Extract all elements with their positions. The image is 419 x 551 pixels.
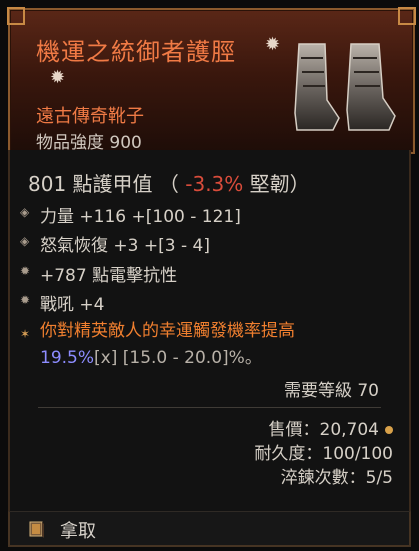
item-tooltip: 機運之統御者護脛 ✹ ✹ 遠古傳奇靴子 物品強度 900 801 點護甲值 （ … [0,0,419,551]
affix-text: 力量 +116 +[100 - 121] [40,207,241,227]
flower-icon: ✹ [265,34,281,55]
diamond-icon: ◈ [20,234,30,248]
corner-decoration [7,7,25,25]
affix-text: 戰吼 +4 [40,295,105,315]
affix-line: ◈ 怒氣恢復 +3 +[3 - 4] [20,231,210,256]
durability: 耐久度：100/100 [254,444,393,464]
armor-change: -3.3% [185,172,244,196]
armor-line: 801 點護甲值 （ -3.3% 堅韌） [28,168,310,197]
armor-close: 堅韌） [249,172,310,196]
affix-text: 怒氣恢復 +3 +[3 - 4] [40,236,210,256]
item-type: 遠古傳奇靴子 [36,106,144,127]
footer-bar: 拿取 [8,511,411,547]
legendary-marker: [x] [94,348,118,368]
tempering: 淬鍊次數：5/5 [280,468,393,488]
armor-open: （ [158,172,179,196]
legendary-range: [15.0 - 20.0]%。 [122,348,262,368]
sell-value: 售價：20,704 [268,420,379,440]
item-title: 機運之統御者護脛 [36,38,236,66]
item-meta: 售價：20,704 耐久度：100/100 淬鍊次數：5/5 [254,418,393,490]
affix-line: ◈ 力量 +116 +[100 - 121] [20,202,241,227]
flower-icon: ✹ [50,67,66,88]
legendary-line: ✶ 你對精英敵人的幸運觸發機率提高 19.5%[x] [15.0 - 20.0]… [20,318,390,372]
boots-icon [294,43,396,131]
affix-line: ✹ 戰吼 +4 [20,290,105,315]
flower-icon: ✹ [20,264,31,278]
affix-text: +787 點電擊抗性 [40,266,178,286]
divider [38,407,381,408]
book-icon [29,521,44,538]
affix-line: ✹ +787 點電擊抗性 [20,261,178,286]
legendary-text-1: 你對精英敵人的幸運觸發機率提高 [40,321,295,341]
required-level: 需要等級 70 [283,381,379,401]
gold-icon [385,426,393,434]
flower-icon: ✹ [20,293,31,307]
star-icon: ✶ [20,327,31,341]
legendary-value: 19.5% [40,348,95,368]
item-header: 機運之統御者護脛 ✹ ✹ 遠古傳奇靴子 物品強度 900 [7,7,416,154]
armor-value: 801 點護甲值 [28,172,153,196]
corner-decoration [398,7,416,25]
diamond-icon: ◈ [20,205,30,219]
pickup-button[interactable]: 拿取 [60,517,96,543]
